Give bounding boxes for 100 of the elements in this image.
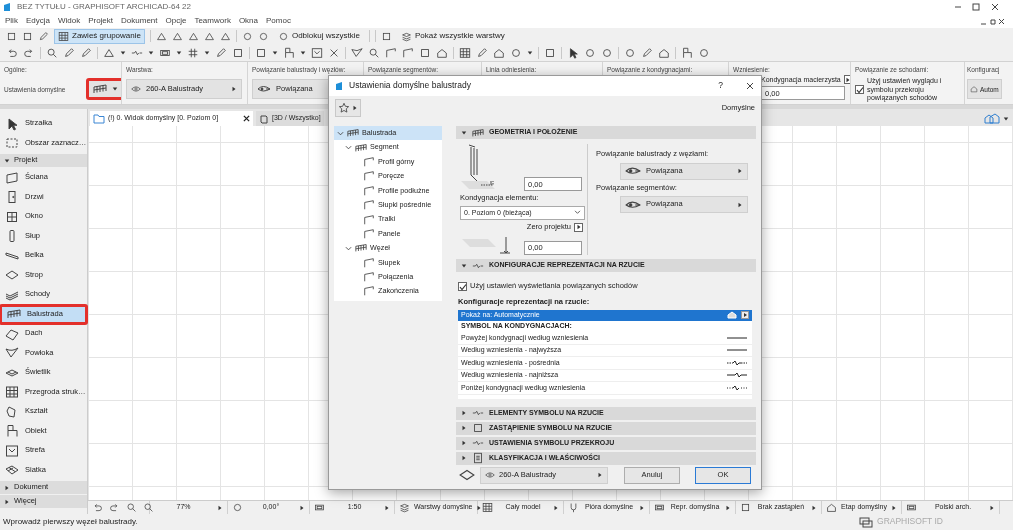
house-icon bbox=[970, 85, 978, 94]
window-title: BEZ TYTUŁU - GRAPHISOFT ARCHICAD-64 22 bbox=[17, 2, 191, 12]
bracket-icon[interactable] bbox=[402, 46, 414, 59]
house-icon[interactable] bbox=[493, 46, 505, 59]
line-symbol-icon bbox=[725, 371, 749, 380]
hash-icon[interactable] bbox=[187, 46, 199, 59]
circle-icon[interactable] bbox=[698, 46, 710, 59]
houses-icon bbox=[984, 113, 1000, 124]
circle-icon[interactable] bbox=[601, 46, 613, 59]
redo-icon[interactable] bbox=[23, 46, 35, 59]
chevron-down-icon bbox=[574, 210, 581, 216]
undo-icon[interactable] bbox=[6, 46, 18, 59]
chevron-down-icon[interactable] bbox=[345, 144, 352, 152]
pencil-icon[interactable] bbox=[476, 46, 488, 59]
square-icon[interactable] bbox=[419, 46, 431, 59]
arrow-icon bbox=[575, 224, 582, 231]
square-icon[interactable] bbox=[22, 30, 33, 42]
house-icon bbox=[727, 311, 737, 320]
chair-icon[interactable] bbox=[681, 46, 693, 59]
caret-icon bbox=[527, 49, 533, 56]
menu-item[interactable]: Opcje bbox=[165, 16, 187, 26]
arrow-icon bbox=[217, 504, 223, 511]
magnifier-icon[interactable] bbox=[126, 502, 137, 513]
square-icon[interactable] bbox=[380, 30, 392, 42]
circle-icon[interactable] bbox=[510, 46, 522, 59]
chevron-down-icon[interactable] bbox=[337, 129, 344, 137]
maximize-icon[interactable] bbox=[971, 2, 981, 12]
pointer-icon[interactable] bbox=[567, 46, 579, 59]
slab-icon bbox=[459, 467, 475, 483]
triangle-icon[interactable] bbox=[171, 30, 183, 42]
caret-icon bbox=[300, 49, 306, 56]
toolbar-button[interactable]: Zawieś grupowanie bbox=[54, 28, 145, 44]
arrow-button-icon[interactable] bbox=[741, 311, 749, 320]
line-symbol-icon bbox=[725, 383, 749, 392]
close-icon[interactable] bbox=[745, 81, 755, 91]
house-icon[interactable] bbox=[436, 46, 448, 59]
help-button[interactable]: ? bbox=[718, 81, 723, 91]
circle-icon[interactable] bbox=[241, 30, 253, 42]
window-controls-icon[interactable] bbox=[979, 16, 1007, 26]
menu-item[interactable]: Pomoc bbox=[266, 16, 291, 26]
menu-item[interactable]: Projekt bbox=[88, 16, 114, 26]
magnifier-icon[interactable] bbox=[143, 502, 154, 513]
pencil-icon[interactable] bbox=[215, 46, 227, 59]
menu-item[interactable]: Widok bbox=[57, 16, 81, 26]
chevron-down-icon[interactable] bbox=[345, 244, 352, 252]
arrow-icon bbox=[737, 168, 743, 175]
bracket-icon[interactable] bbox=[385, 46, 397, 59]
caret-icon bbox=[1003, 115, 1009, 122]
checkbox[interactable] bbox=[855, 85, 864, 95]
magnifier-icon[interactable] bbox=[368, 46, 380, 59]
settings-button[interactable] bbox=[87, 79, 121, 100]
pencil-icon[interactable] bbox=[38, 30, 49, 42]
menu-item[interactable]: Edycja bbox=[25, 16, 50, 26]
rectangle-icon bbox=[314, 502, 325, 513]
cube-icon bbox=[259, 113, 269, 124]
checkbox[interactable] bbox=[458, 282, 467, 291]
triangle-icon[interactable] bbox=[103, 46, 115, 59]
square-icon[interactable] bbox=[232, 46, 244, 59]
triangle-icon[interactable] bbox=[203, 30, 215, 42]
arrow-icon bbox=[231, 86, 237, 93]
triangle-icon[interactable] bbox=[187, 30, 199, 42]
caret-icon bbox=[120, 49, 126, 56]
caret-right-icon bbox=[461, 440, 467, 447]
magnifier-icon[interactable] bbox=[46, 46, 58, 59]
circle-icon[interactable] bbox=[624, 46, 636, 59]
pencil-icon[interactable] bbox=[80, 46, 92, 59]
redo-icon[interactable] bbox=[109, 502, 120, 513]
caret-icon bbox=[204, 49, 210, 56]
triangle-icon[interactable] bbox=[155, 30, 167, 42]
favorites-button[interactable] bbox=[335, 99, 361, 117]
document-icon bbox=[472, 452, 484, 465]
square-icon[interactable] bbox=[544, 46, 556, 59]
toolbar-button[interactable]: Odblokuj wszystkie bbox=[273, 28, 364, 44]
undo-icon[interactable] bbox=[92, 502, 103, 513]
pencil-icon[interactable] bbox=[63, 46, 75, 59]
circle-icon[interactable] bbox=[257, 30, 269, 42]
bracket-icon bbox=[363, 213, 375, 226]
arrow-icon bbox=[553, 504, 559, 511]
arrow-button[interactable] bbox=[574, 222, 583, 232]
windows-icon[interactable] bbox=[859, 516, 874, 528]
grid-icon[interactable] bbox=[459, 46, 471, 59]
arrow-button[interactable] bbox=[843, 75, 850, 85]
close-tab-icon[interactable] bbox=[243, 115, 250, 122]
menu-item[interactable]: Okna bbox=[238, 16, 258, 26]
pencil-icon[interactable] bbox=[641, 46, 653, 59]
menu-item[interactable]: Plik bbox=[5, 16, 18, 26]
square-icon[interactable] bbox=[6, 30, 17, 42]
menu-item[interactable]: Teamwork bbox=[194, 16, 231, 26]
triangle-icon[interactable] bbox=[219, 30, 231, 42]
folder-icon bbox=[93, 113, 105, 124]
circle-icon[interactable] bbox=[584, 46, 596, 59]
square-icon[interactable] bbox=[255, 46, 267, 59]
house-icon[interactable] bbox=[658, 46, 670, 59]
chair-icon bbox=[5, 424, 19, 439]
menu-item[interactable]: Dokument bbox=[121, 16, 158, 26]
circle-icon bbox=[232, 502, 243, 513]
caret-icon bbox=[272, 49, 278, 56]
toolbar-button[interactable]: Pokaż wszystkie warstwy bbox=[396, 28, 509, 44]
chair-icon[interactable] bbox=[283, 46, 295, 59]
bracket-icon bbox=[363, 271, 375, 284]
